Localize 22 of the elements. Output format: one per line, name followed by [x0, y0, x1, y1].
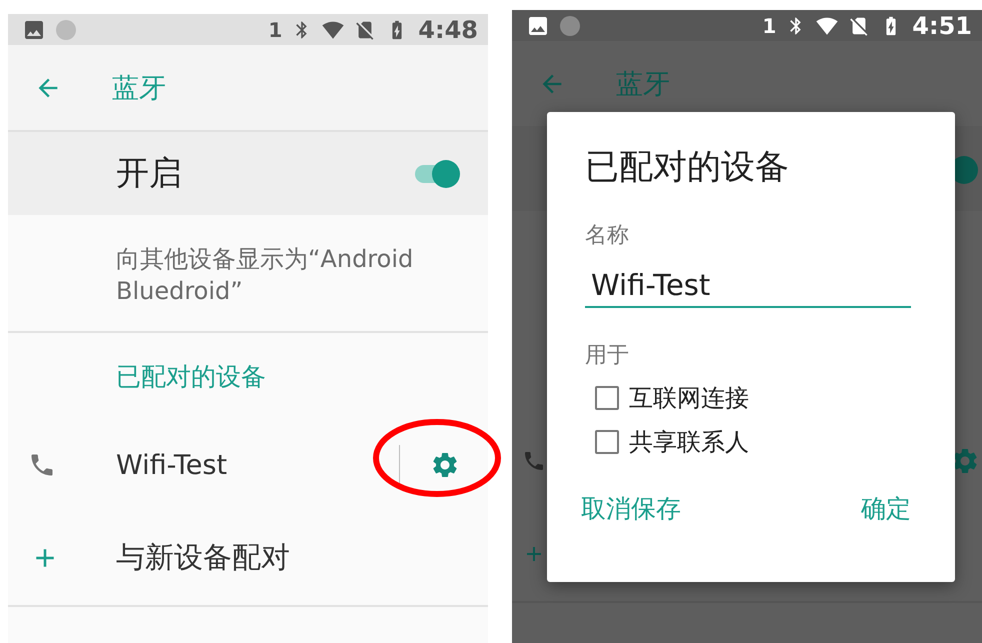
status-time: 4:48 [418, 16, 478, 44]
checkbox[interactable] [595, 386, 619, 410]
dialog-title: 已配对的设备 [585, 146, 789, 189]
visibility-note: 向其他设备显示为“Android Bluedroid” [116, 245, 414, 305]
checkbox[interactable] [595, 430, 619, 454]
section-header: 已配对的设备 [116, 361, 266, 393]
device-name[interactable]: Wifi-Test [116, 450, 399, 480]
checkbox-label: 共享联系人 [629, 427, 749, 458]
usage-label: 用于 [585, 342, 629, 370]
pair-new-device[interactable]: 与新设备配对 [116, 538, 290, 578]
sim-indicator: 1 [268, 18, 282, 42]
status-time: 4:51 [912, 12, 972, 40]
name-label: 名称 [585, 222, 629, 250]
phone-icon [522, 449, 546, 473]
screen-title: 蓝牙 [616, 68, 670, 102]
screen-title: 蓝牙 [112, 72, 166, 106]
circle-notification-icon [560, 16, 580, 36]
circle-notification-icon [56, 20, 76, 40]
switch-label: 开启 [116, 152, 183, 194]
sim-indicator: 1 [762, 14, 776, 38]
name-field[interactable]: Wifi-Test [585, 264, 911, 308]
checkbox-label: 互联网连接 [629, 383, 749, 414]
